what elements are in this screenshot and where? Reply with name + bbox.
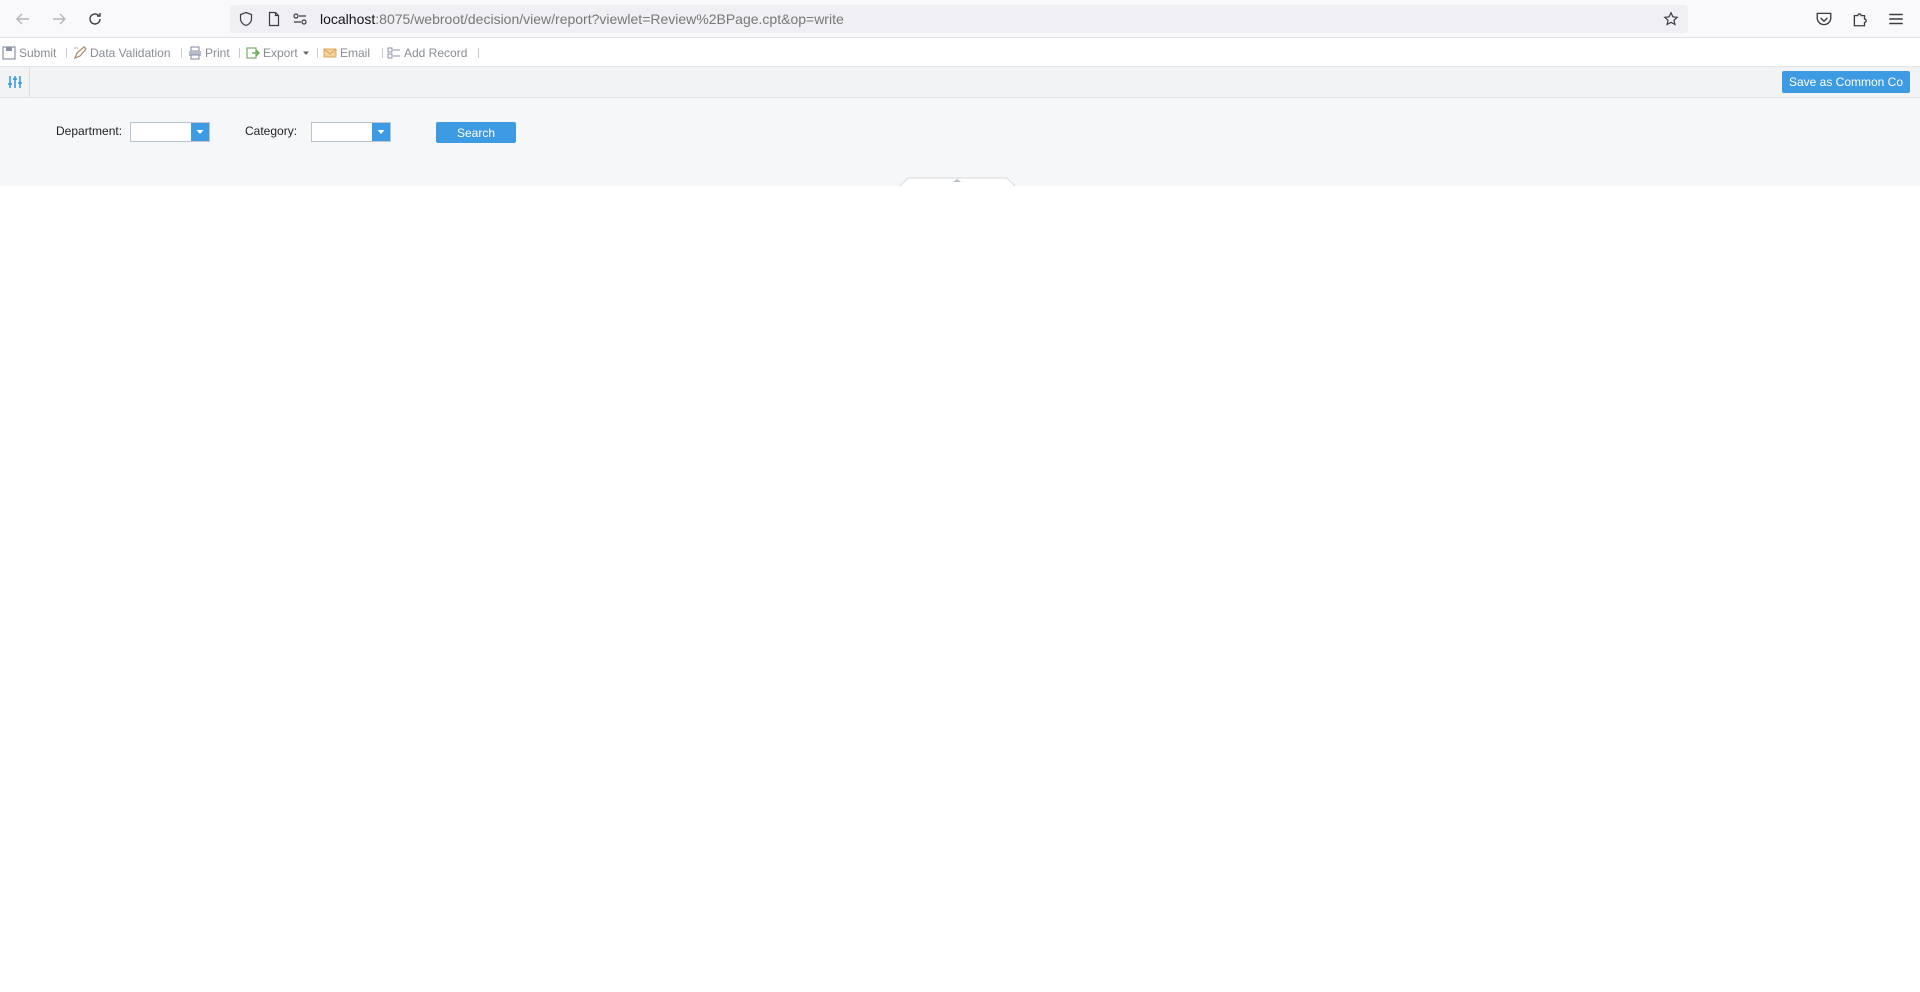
data-validation-label: Data Validation: [90, 46, 171, 60]
validation-pencil-icon: [73, 46, 87, 60]
parameter-panel: Department: Category: Search: [0, 98, 1920, 186]
parameter-toggle-button[interactable]: [0, 67, 30, 97]
save-disk-icon: [2, 46, 16, 60]
url-host: localhost: [320, 11, 376, 27]
add-record-label: Add Record: [404, 46, 468, 60]
chevron-down-icon: [196, 130, 204, 134]
envelope-icon: [323, 48, 337, 58]
back-button[interactable]: [8, 5, 38, 33]
extensions-icon[interactable]: [1851, 10, 1869, 28]
page-icon[interactable]: [266, 11, 282, 27]
chevron-down-icon: [377, 130, 385, 134]
add-record-button[interactable]: Add Record: [387, 45, 467, 61]
toolbar-divider: [478, 48, 479, 58]
export-label: Export: [263, 46, 298, 60]
permissions-icon[interactable]: [292, 11, 308, 27]
collapse-panel-handle[interactable]: [900, 177, 1015, 186]
department-label: Department:: [56, 124, 123, 138]
export-icon: [246, 47, 260, 59]
print-button[interactable]: Print: [188, 45, 230, 61]
email-label: Email: [340, 46, 371, 60]
submit-label: Submit: [19, 46, 57, 60]
save-as-common-button[interactable]: Save as Common Co: [1782, 71, 1910, 93]
parameter-header: Save as Common Co: [0, 67, 1920, 98]
print-label: Print: [205, 46, 230, 60]
printer-icon: [189, 46, 201, 60]
category-label: Category:: [245, 124, 298, 138]
pocket-icon[interactable]: [1815, 10, 1833, 28]
browser-toolbar: localhost:8075/webroot/decision/view/rep…: [0, 0, 1920, 38]
back-arrow-icon: [16, 13, 29, 25]
url-text[interactable]: localhost:8075/webroot/decision/view/rep…: [320, 11, 844, 27]
export-button[interactable]: Export: [246, 45, 313, 61]
url-path: :8075/webroot/decision/view/report?viewl…: [375, 11, 844, 27]
search-button[interactable]: Search: [436, 122, 516, 143]
chevron-down-icon: [302, 51, 309, 55]
email-button[interactable]: Email: [323, 45, 370, 61]
category-combobox[interactable]: [311, 122, 391, 142]
category-dropdown-button[interactable]: [372, 123, 390, 141]
data-validation-button[interactable]: Data Validation: [73, 45, 171, 61]
submit-button[interactable]: Submit: [2, 45, 56, 61]
toolbar-divider: [317, 48, 318, 58]
forward-arrow-icon: [53, 13, 66, 25]
reload-icon: [89, 13, 101, 25]
reload-button[interactable]: [80, 5, 110, 33]
sliders-icon: [7, 76, 22, 88]
report-toolbar: Submit Data Validation Print Export Emai…: [0, 39, 1920, 67]
department-combobox[interactable]: [130, 122, 210, 142]
toolbar-divider: [382, 48, 383, 58]
toolbar-divider: [239, 48, 240, 58]
toolbar-divider: [66, 48, 67, 58]
address-bar[interactable]: localhost:8075/webroot/decision/view/rep…: [230, 5, 1688, 33]
menu-icon[interactable]: [1887, 10, 1905, 28]
department-dropdown-button[interactable]: [191, 123, 209, 141]
add-record-icon: [387, 47, 400, 59]
toolbar-divider: [181, 48, 182, 58]
forward-button[interactable]: [44, 5, 74, 33]
shield-icon[interactable]: [238, 11, 254, 27]
bookmark-star-icon[interactable]: [1663, 11, 1679, 27]
